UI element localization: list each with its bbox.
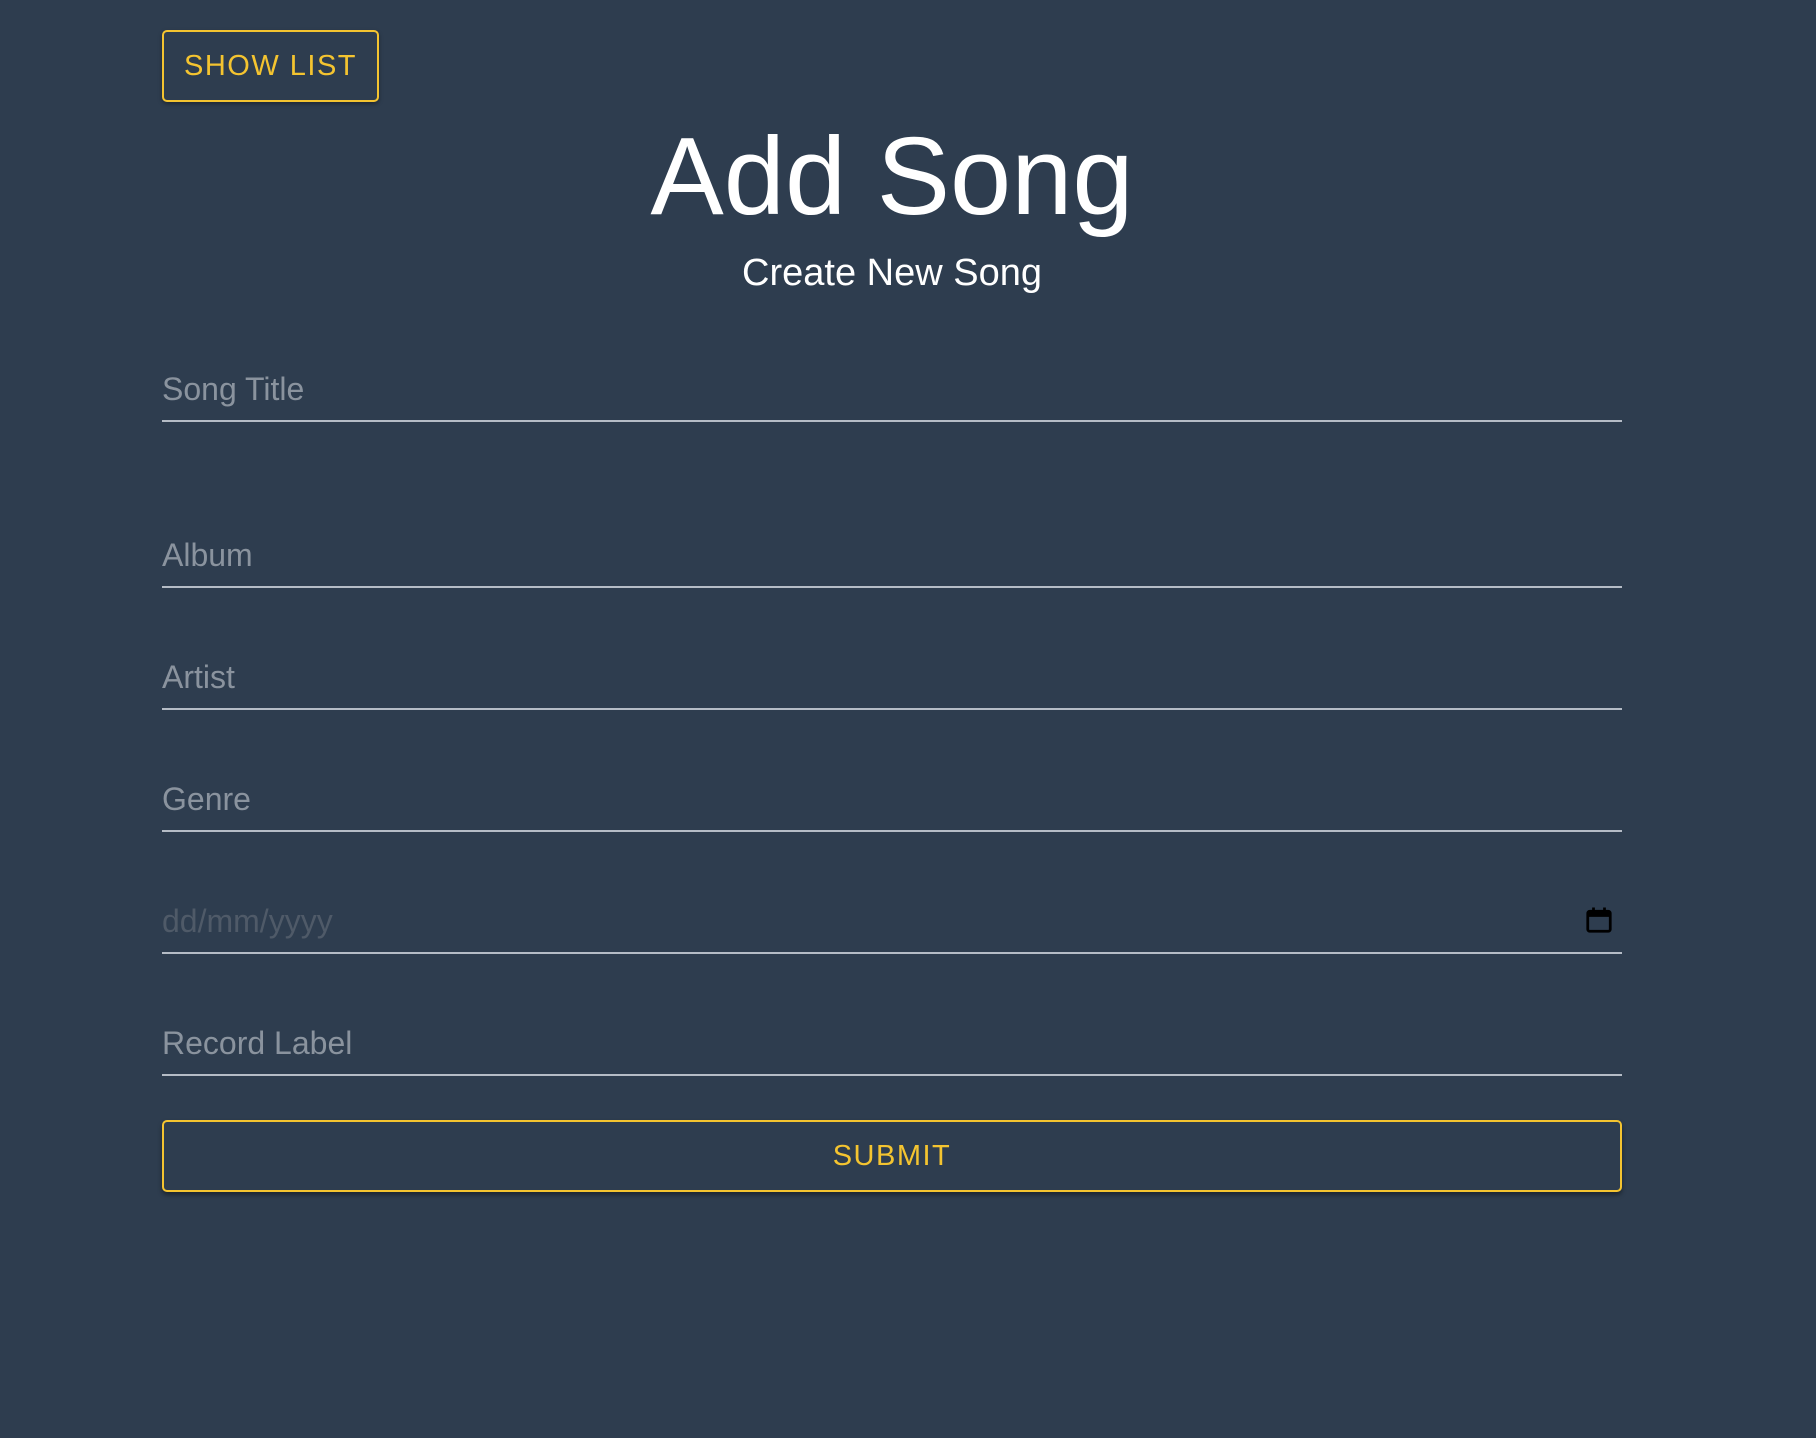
calendar-icon[interactable] — [1584, 904, 1614, 936]
album-input[interactable] — [162, 531, 1622, 579]
show-list-button[interactable]: SHOW LIST — [162, 30, 379, 102]
page-subtitle: Create New Song — [742, 252, 1042, 294]
artist-field-wrapper — [162, 646, 1622, 710]
genre-field-wrapper — [162, 768, 1622, 832]
submit-button[interactable]: SUBMIT — [162, 1120, 1622, 1192]
release-date-field-wrapper — [162, 890, 1622, 954]
page-title: Add Song — [650, 115, 1134, 238]
genre-input[interactable] — [162, 775, 1622, 823]
record-label-field-wrapper — [162, 1012, 1622, 1076]
song-title-input[interactable] — [162, 365, 1622, 413]
release-date-input[interactable] — [162, 897, 1622, 945]
song-title-field-wrapper — [162, 358, 1622, 422]
artist-input[interactable] — [162, 653, 1622, 701]
record-label-input[interactable] — [162, 1019, 1622, 1067]
album-field-wrapper — [162, 524, 1622, 588]
